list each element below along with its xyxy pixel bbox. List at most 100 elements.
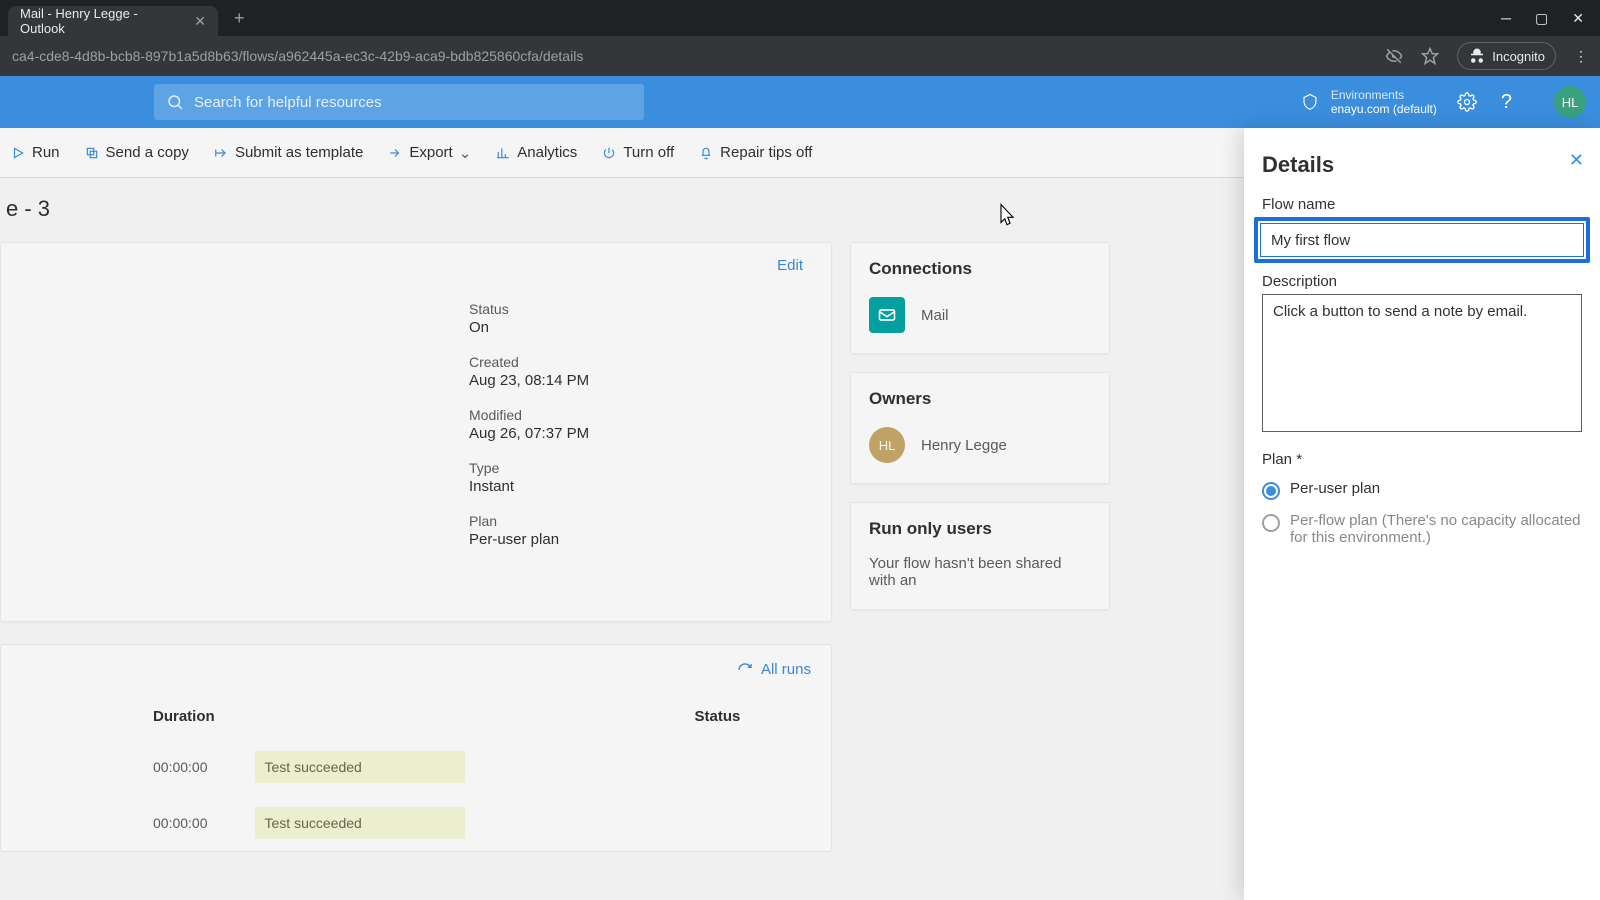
environment-label: Environments [1331, 88, 1437, 102]
table-row[interactable]: 00:00:00 Test succeeded [1, 739, 831, 795]
window-controls: ─ ▢ ✕ [1501, 10, 1592, 27]
export-button[interactable]: Export ⌄ [387, 144, 471, 162]
repair-tips-label: Repair tips off [720, 144, 812, 161]
star-icon[interactable] [1421, 47, 1439, 65]
search-box[interactable] [154, 84, 644, 120]
edit-link[interactable]: Edit [777, 257, 803, 274]
flow-name-label: Flow name [1262, 196, 1582, 213]
description-textarea[interactable] [1262, 294, 1582, 432]
chart-icon [495, 145, 511, 161]
submit-label: Submit as template [235, 144, 363, 161]
maximize-icon[interactable]: ▢ [1535, 10, 1548, 27]
repair-tips-button[interactable]: Repair tips off [698, 144, 812, 161]
refresh-icon [737, 662, 753, 678]
close-icon[interactable]: ✕ [194, 13, 206, 30]
created-label: Created [469, 354, 813, 370]
gear-icon[interactable] [1457, 92, 1477, 112]
browser-tabstrip: Mail - Henry Legge - Outlook ✕ + ─ ▢ ✕ [0, 0, 1600, 36]
connection-item[interactable]: Mail [851, 287, 1109, 353]
owners-card: Owners HL Henry Legge [850, 372, 1110, 484]
chevron-down-icon: ⌄ [459, 144, 472, 162]
details-panel: Details ✕ Flow name Description Plan * P… [1244, 128, 1600, 900]
address-bar[interactable]: ca4-cde8-4d8b-bcb8-897b1a5d8b63/flows/a9… [0, 36, 1600, 76]
browser-tab[interactable]: Mail - Henry Legge - Outlook ✕ [8, 6, 218, 36]
run-only-body: Your flow hasn't been shared with an [851, 547, 1109, 609]
description-label: Description [1262, 273, 1582, 290]
plan-value: Per-user plan [469, 531, 813, 548]
status-value: On [469, 319, 813, 336]
analytics-button[interactable]: Analytics [495, 144, 577, 161]
export-icon [387, 145, 403, 161]
bell-icon [698, 145, 714, 161]
plan-option-per-user[interactable]: Per-user plan [1262, 480, 1582, 500]
url-text: ca4-cde8-4d8b-bcb8-897b1a5d8b63/flows/a9… [12, 48, 1385, 64]
owner-name: Henry Legge [921, 437, 1007, 454]
kebab-icon[interactable]: ⋮ [1574, 48, 1588, 65]
plan-label: Plan * [1262, 451, 1582, 468]
all-runs-label: All runs [761, 661, 811, 678]
eye-off-icon[interactable] [1385, 47, 1403, 65]
type-label: Type [469, 460, 813, 476]
connections-title: Connections [851, 243, 1109, 287]
mail-icon [869, 297, 905, 333]
help-icon[interactable]: ? [1501, 91, 1512, 114]
incognito-label: Incognito [1492, 49, 1545, 64]
radio-unchecked-icon [1262, 514, 1280, 532]
owners-title: Owners [851, 373, 1109, 417]
per-flow-label: Per-flow plan (There's no capacity alloc… [1290, 512, 1582, 546]
col-status: Status [255, 694, 831, 739]
owner-item[interactable]: HL Henry Legge [851, 417, 1109, 483]
tab-title: Mail - Henry Legge - Outlook [20, 6, 178, 36]
run-history-table: Duration Status 00:00:00 Test succeeded … [1, 694, 831, 851]
cell-duration: 00:00:00 [1, 795, 255, 851]
plan-option-per-flow[interactable]: Per-flow plan (There's no capacity alloc… [1262, 512, 1582, 546]
flow-name-input[interactable] [1260, 223, 1584, 257]
owner-avatar: HL [869, 427, 905, 463]
type-value: Instant [469, 478, 813, 495]
run-only-card: Run only users Your flow hasn't been sha… [850, 502, 1110, 610]
close-panel-icon[interactable]: ✕ [1569, 150, 1584, 171]
minimize-icon[interactable]: ─ [1501, 10, 1511, 27]
submit-template-button[interactable]: Submit as template [213, 144, 363, 161]
search-icon [166, 93, 184, 111]
connection-name: Mail [921, 307, 949, 324]
flow-name-focus-ring [1254, 217, 1590, 263]
run-button[interactable]: Run [10, 144, 60, 161]
plan-label: Plan [469, 513, 813, 529]
modified-value: Aug 26, 07:37 PM [469, 425, 813, 442]
incognito-badge[interactable]: Incognito [1457, 42, 1556, 70]
play-icon [10, 145, 26, 161]
new-tab-button[interactable]: + [234, 8, 245, 29]
app-header: Environments enayu.com (default) ? HL [0, 76, 1600, 128]
radio-checked-icon [1262, 482, 1280, 500]
all-runs-link[interactable]: All runs [737, 661, 811, 678]
power-icon [601, 145, 617, 161]
created-value: Aug 23, 08:14 PM [469, 372, 813, 389]
environment-value: enayu.com (default) [1331, 102, 1437, 116]
submit-icon [213, 145, 229, 161]
export-label: Export [409, 144, 452, 161]
copy-icon [84, 145, 100, 161]
status-badge: Test succeeded [255, 807, 465, 839]
turn-off-label: Turn off [623, 144, 674, 161]
panel-title: Details [1262, 152, 1582, 178]
table-row[interactable]: 00:00:00 Test succeeded [1, 795, 831, 851]
details-card: Edit Status On Created Aug 23, 08:14 PM … [0, 242, 832, 622]
search-input[interactable] [194, 94, 632, 111]
per-user-label: Per-user plan [1290, 480, 1380, 497]
send-copy-label: Send a copy [106, 144, 189, 161]
status-badge: Test succeeded [255, 751, 465, 783]
turn-off-button[interactable]: Turn off [601, 144, 674, 161]
connections-card: Connections Mail [850, 242, 1110, 354]
user-avatar[interactable]: HL [1554, 86, 1586, 118]
cell-duration: 00:00:00 [1, 739, 255, 795]
run-label: Run [32, 144, 60, 161]
run-history-card: All runs Duration Status 00:00:00 Test s… [0, 644, 832, 852]
col-duration: Duration [1, 694, 255, 739]
send-copy-button[interactable]: Send a copy [84, 144, 189, 161]
modified-label: Modified [469, 407, 813, 423]
analytics-label: Analytics [517, 144, 577, 161]
run-only-title: Run only users [851, 503, 1109, 547]
environment-picker[interactable]: Environments enayu.com (default) [1301, 88, 1437, 117]
close-window-icon[interactable]: ✕ [1572, 10, 1584, 27]
